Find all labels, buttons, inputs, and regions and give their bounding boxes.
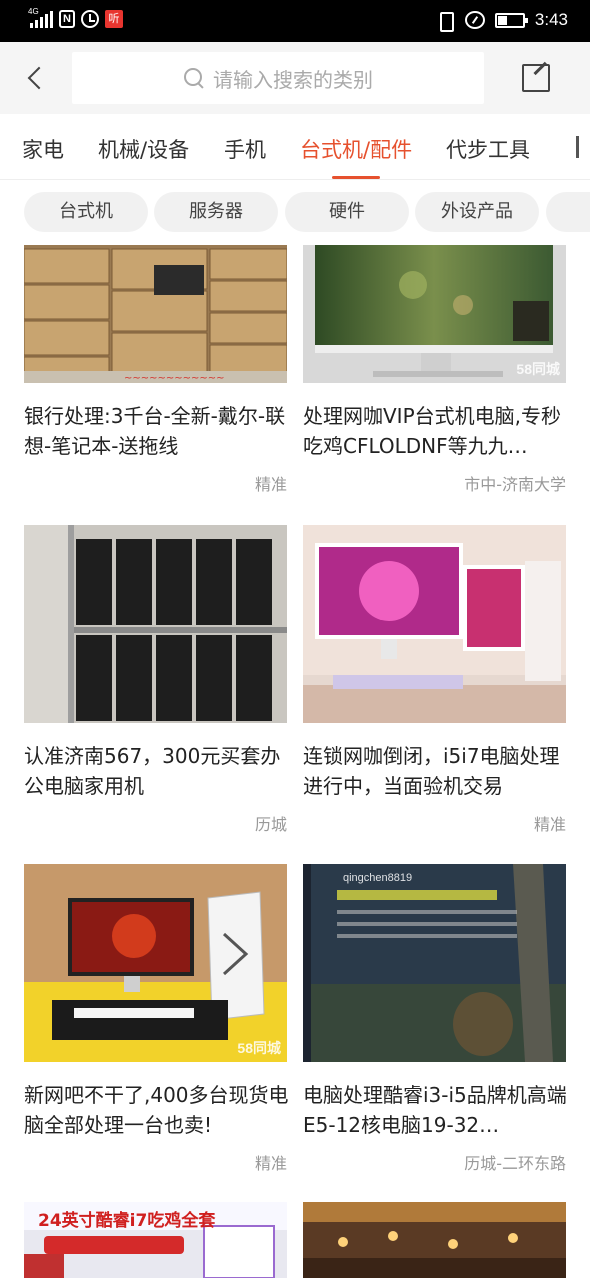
active-tab-indicator: [332, 176, 380, 179]
svg-text:~~~~~~~~~~~~: ~~~~~~~~~~~~: [124, 373, 225, 383]
listing-card[interactable]: [303, 1202, 566, 1278]
listing-card[interactable]: 认准济南567，300元买套办公电脑家用机 历城: [24, 525, 287, 835]
listing-card[interactable]: qingchen8819 电脑处理酷睿i3-i5品牌机高端E5-12核电脑19-…: [303, 864, 567, 1174]
battery-icon: [494, 12, 528, 28]
listing-location: 精准: [254, 475, 287, 494]
listing-image: 24英寸酷睿i7吃鸡全套: [24, 1202, 287, 1278]
data-saver-icon: [464, 11, 485, 29]
listing-card[interactable]: 58同城 处理网咖VIP台式机电脑,专秒吃鸡CFLOLDNF等九九… 市中-济南…: [303, 245, 566, 500]
network-type: 4G: [28, 7, 39, 16]
clock: 3:43: [534, 10, 568, 29]
listing-location: 历城: [254, 815, 287, 834]
tab-machinery[interactable]: 机械/设备: [98, 134, 189, 164]
chip-server[interactable]: 服务器: [154, 192, 278, 232]
listing-card[interactable]: ~~~~~~~~~~~~ 银行处理:3千台-全新-戴尔-联想-笔记本-送拖线 精…: [24, 245, 287, 500]
listing-card[interactable]: 24英寸酷睿i7吃鸡全套: [24, 1202, 287, 1278]
listing-location: 精准: [254, 1154, 287, 1173]
search-input[interactable]: 请输入搜索的类别: [72, 52, 484, 104]
search-icon: [183, 67, 205, 89]
listing-card[interactable]: 58同城 新网吧不干了,400多台现货电脑全部处理一台也卖! 精准: [24, 864, 289, 1174]
tab-overflow[interactable]: [576, 136, 579, 158]
chip-desktop[interactable]: 台式机: [24, 192, 148, 232]
listing-title: 处理网咖VIP台式机电脑,专秒吃鸡CFLOLDNF等九九…: [303, 404, 561, 458]
search-placeholder: 请输入搜索的类别: [213, 67, 373, 92]
tab-desktops[interactable]: 台式机/配件: [300, 134, 412, 164]
chip-more[interactable]: [546, 192, 590, 232]
listing-title: 连锁网咖倒闭，i5i7电脑处理进行中，当面验机交易: [303, 744, 560, 798]
listing-title: 电脑处理酷睿i3-i5品牌机高端E5-12核电脑19-32…: [303, 1083, 567, 1137]
tab-appliances[interactable]: 家电: [22, 134, 64, 164]
listing-title: 新网吧不干了,400多台现货电脑全部处理一台也卖!: [24, 1083, 289, 1137]
listing-location: 市中-济南大学: [464, 475, 566, 494]
listing-image: ~~~~~~~~~~~~: [24, 245, 287, 383]
listing-image: [24, 525, 287, 723]
image-caption: 24英寸酷睿i7吃鸡全套: [38, 1211, 216, 1231]
chip-hardware[interactable]: 硬件: [285, 192, 409, 232]
back-icon[interactable]: [24, 64, 48, 92]
tab-phones[interactable]: 手机: [224, 134, 266, 164]
chip-peripherals[interactable]: 外设产品: [415, 192, 539, 232]
app-notification-icon: 听: [105, 10, 123, 28]
image-watermark: qingchen8819: [343, 872, 413, 884]
edit-icon[interactable]: [522, 64, 550, 92]
cellular-signal-icon: 4G: [28, 7, 53, 28]
listing-image: qingchen8819: [303, 864, 566, 1062]
listing-location: 精准: [533, 815, 566, 834]
listing-title: 认准济南567，300元买套办公电脑家用机: [24, 744, 281, 798]
header: 请输入搜索的类别: [0, 42, 590, 114]
filter-chips: 台式机 服务器 硬件 外设产品: [0, 182, 590, 244]
nfc-icon: N: [59, 10, 75, 28]
image-watermark: 58同城: [237, 1040, 281, 1056]
listing-image: [303, 1202, 566, 1278]
vibrate-icon: [435, 11, 455, 32]
category-tabs: 家电 机械/设备 手机 台式机/配件 代步工具: [0, 114, 590, 180]
listing-image: 58同城: [303, 245, 566, 383]
listing-title: 银行处理:3千台-全新-戴尔-联想-笔记本-送拖线: [24, 404, 286, 458]
image-watermark: 58同城: [516, 361, 560, 377]
listing-location: 历城-二环东路: [464, 1154, 566, 1173]
status-bar: 4G N 听 3:43: [0, 0, 590, 42]
tab-transport[interactable]: 代步工具: [446, 134, 530, 164]
alarm-icon: [81, 10, 99, 28]
listing-image: 58同城: [24, 864, 287, 1062]
listing-image: [303, 525, 566, 723]
listing-card[interactable]: 连锁网咖倒闭，i5i7电脑处理进行中，当面验机交易 精准: [303, 525, 566, 835]
